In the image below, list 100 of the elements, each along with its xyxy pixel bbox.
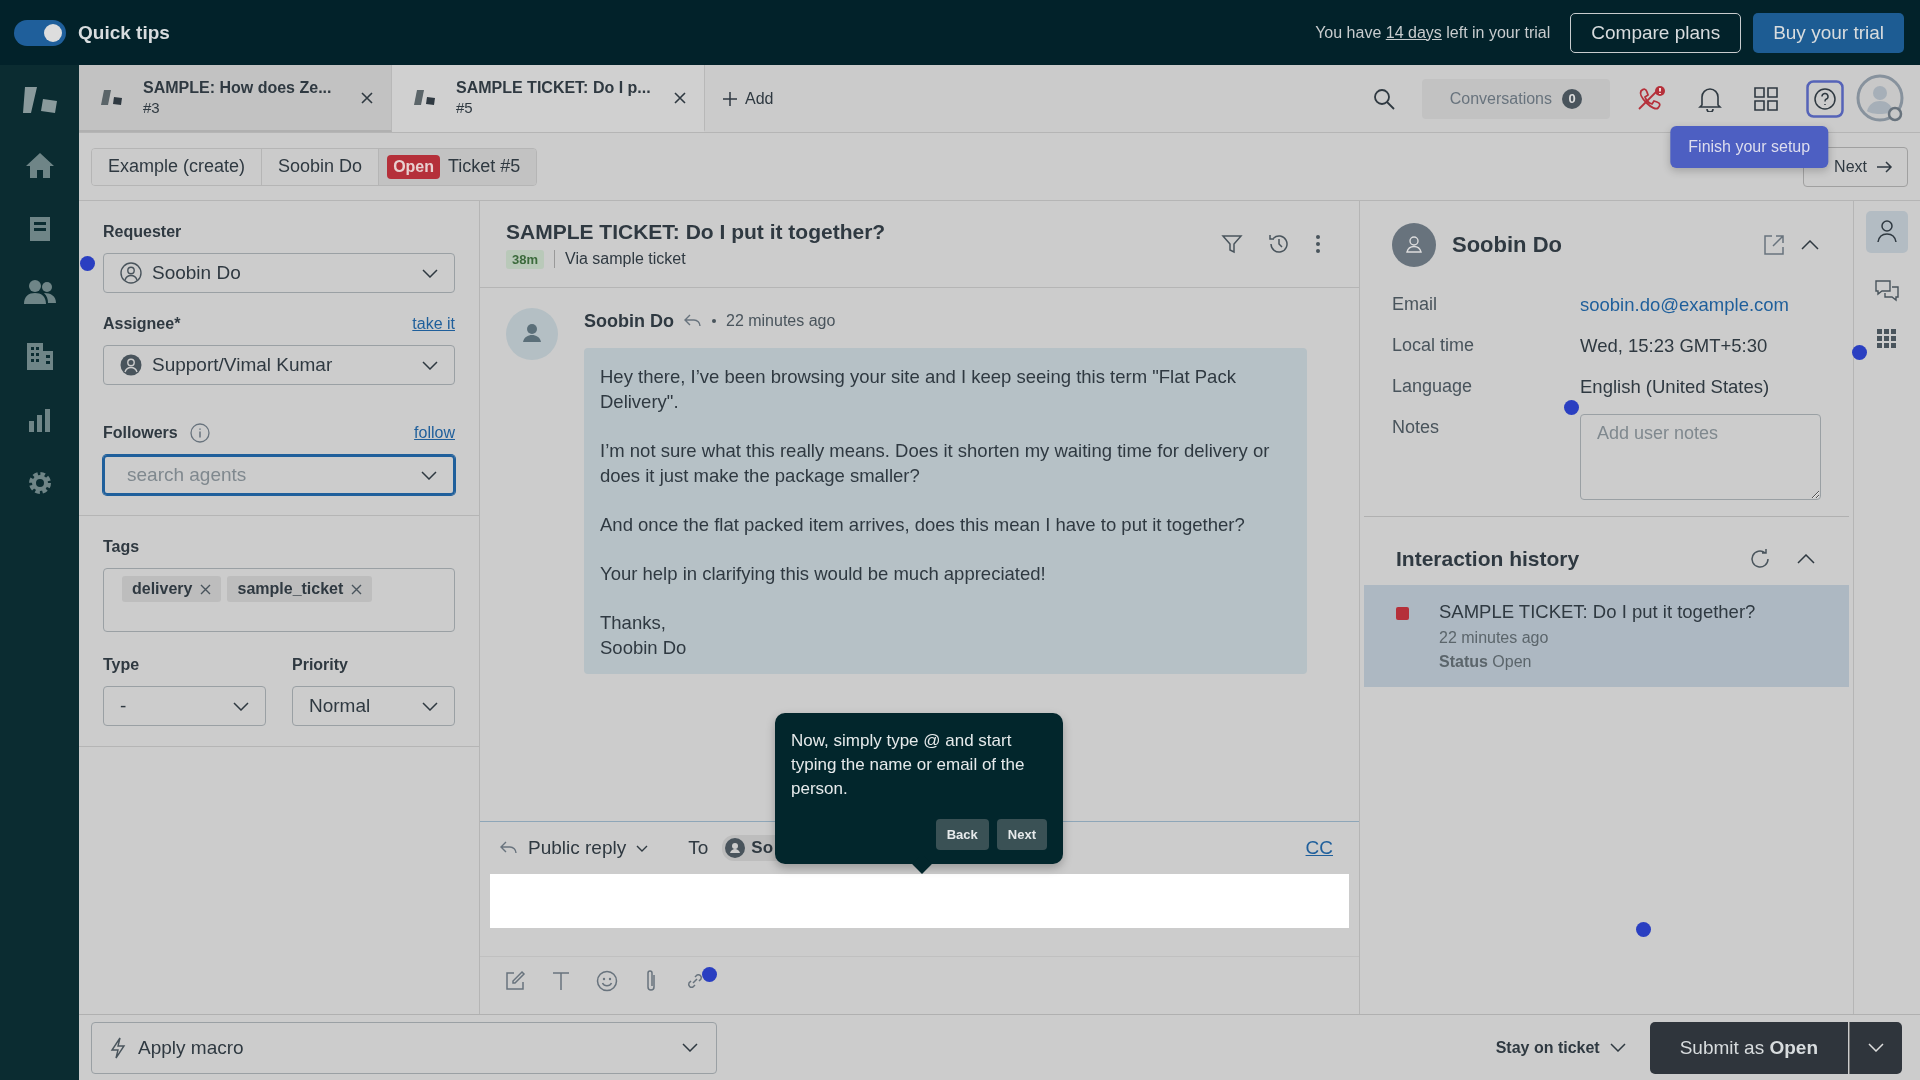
type-select[interactable]: -: [103, 686, 266, 726]
tag[interactable]: delivery: [122, 576, 222, 602]
building-icon[interactable]: [24, 341, 55, 371]
chevron-down-icon: [233, 701, 249, 711]
trial-notice: You have 14 days left in your trial: [1315, 23, 1551, 42]
next-button[interactable]: Next: [996, 819, 1047, 850]
message-author: Soobin Do: [584, 310, 674, 332]
user-avatar-icon[interactable]: [1856, 73, 1906, 124]
ticket-title: SAMPLE TICKET: Do I put it together?: [506, 219, 887, 244]
close-icon[interactable]: [361, 91, 373, 104]
requester-label: Requester: [103, 223, 183, 241]
bar-chart-icon[interactable]: [27, 407, 52, 433]
submit-button[interactable]: Submit as Open: [1649, 1021, 1848, 1074]
trial-days-link[interactable]: 14 days: [1385, 23, 1442, 41]
hotspot-dot[interactable]: [702, 967, 717, 982]
phone-alert-icon[interactable]: [1636, 84, 1666, 113]
assignee-select[interactable]: Support/Vimal Kumar: [103, 345, 455, 385]
take-it-link[interactable]: take it: [412, 315, 455, 333]
history-item[interactable]: SAMPLE TICKET: Do I put it together? 22 minutes ago Status Open: [1364, 585, 1849, 687]
history-icon[interactable]: [1267, 232, 1291, 256]
status-badge: Open: [387, 154, 440, 179]
users-icon[interactable]: [23, 279, 56, 305]
plus-icon: [723, 91, 737, 106]
remove-icon[interactable]: [351, 583, 363, 595]
chat-bubbles-icon[interactable]: [1874, 279, 1900, 303]
history-status: Status Open: [1439, 653, 1533, 671]
hotspot-dot[interactable]: [1564, 400, 1579, 415]
open-external-icon[interactable]: [1763, 234, 1785, 256]
logo-icon[interactable]: [22, 85, 57, 115]
ticket-age-badge: 38m: [506, 249, 545, 269]
message-paragraph: And once the flat packed item arrives, does this mean I have to put it together?: [600, 513, 1246, 537]
hotspot-dot[interactable]: [1636, 922, 1651, 937]
reply-arrow-icon: [684, 314, 702, 328]
emoji-icon[interactable]: [596, 970, 618, 992]
setup-tooltip: Finish your setup: [1670, 125, 1829, 168]
tour-text: Now, simply type @ and start typing the name or email of the person.: [791, 730, 1026, 800]
filter-icon[interactable]: [1221, 233, 1243, 255]
lightning-icon: [110, 1036, 126, 1059]
stay-on-ticket-dropdown[interactable]: Stay on ticket: [1489, 1037, 1632, 1058]
breadcrumb[interactable]: Open Ticket #5: [379, 148, 537, 185]
submit-options-button[interactable]: [1849, 1021, 1902, 1074]
hotspot-dot[interactable]: [80, 256, 95, 271]
more-icon[interactable]: [1315, 234, 1321, 254]
field-label: Local time: [1392, 334, 1476, 357]
message-paragraph: Your help in clarifying this would be much appreciated!: [600, 562, 1047, 586]
ticket-tab[interactable]: SAMPLE TICKET: Do I p... #5: [392, 65, 705, 132]
chevron-down-icon: [422, 360, 438, 370]
home-icon[interactable]: [24, 151, 55, 179]
apps-grid-icon[interactable]: [1754, 86, 1778, 111]
priority-select[interactable]: Normal: [292, 686, 455, 726]
refresh-icon[interactable]: [1749, 548, 1771, 570]
tag[interactable]: sample_ticket: [227, 576, 373, 602]
customer-context-icon[interactable]: [1866, 211, 1908, 253]
cc-link[interactable]: CC: [1305, 837, 1333, 859]
hotspot-dot[interactable]: [1852, 345, 1867, 360]
arrow-right-icon: [1877, 160, 1893, 173]
chevron-down-icon: [682, 1043, 698, 1052]
chevron-down-icon: [1868, 1043, 1884, 1052]
separator-dot: [712, 319, 716, 323]
bell-icon[interactable]: [1698, 85, 1722, 112]
message-paragraph: I’m not sure what this really means. Does it shorten my waiting time for delivery or does it just make the package smaller?: [600, 439, 1271, 488]
ticket-tab[interactable]: SAMPLE: How does Ze... #3: [79, 65, 392, 132]
conversations-count: 0: [1562, 88, 1582, 109]
conversations-button[interactable]: Conversations 0: [1421, 78, 1610, 119]
notes-field[interactable]: Add user notes: [1580, 414, 1821, 500]
remove-icon[interactable]: [200, 583, 212, 595]
compare-plans-button[interactable]: Compare plans: [1570, 12, 1742, 53]
info-icon[interactable]: [189, 423, 210, 443]
followers-label: Followers: [103, 424, 178, 442]
buy-trial-button[interactable]: Buy your trial: [1753, 12, 1904, 53]
follow-link[interactable]: follow: [414, 424, 455, 442]
chevron-down-icon: [1609, 1043, 1626, 1052]
field-label: Notes: [1392, 416, 1441, 439]
reply-mode-dropdown[interactable]: Public reply: [528, 837, 679, 859]
to-label: To: [688, 837, 709, 859]
email-link[interactable]: soobin.do@example.com: [1580, 291, 1821, 318]
apply-macro-dropdown[interactable]: Apply macro: [91, 1021, 717, 1074]
person-icon: [120, 354, 142, 376]
add-tab-button[interactable]: Add: [705, 65, 792, 132]
chevron-down-icon: [422, 268, 438, 278]
quick-tips-toggle[interactable]: [14, 19, 66, 46]
help-icon[interactable]: [1806, 79, 1844, 118]
breadcrumb[interactable]: Example (create): [92, 148, 263, 185]
apps-icon[interactable]: [1877, 329, 1897, 349]
priority-label: Priority: [292, 656, 349, 674]
field-value: Wed, 15:23 GMT+5:30: [1580, 334, 1769, 358]
search-icon[interactable]: [1371, 86, 1396, 111]
requester-select[interactable]: Soobin Do: [103, 253, 455, 293]
compose-icon[interactable]: [504, 970, 526, 992]
person-icon: [725, 838, 746, 858]
attachment-icon[interactable]: [644, 969, 658, 993]
close-icon[interactable]: [674, 91, 686, 104]
message-time: 22 minutes ago: [726, 312, 836, 330]
tab-number: #3: [143, 99, 161, 116]
followers-search-field[interactable]: search agents: [103, 455, 455, 495]
ticket-icon: [414, 88, 436, 107]
chevron-up-icon[interactable]: [1801, 240, 1819, 250]
chevron-up-icon[interactable]: [1797, 554, 1815, 564]
tags-field[interactable]: delivery sample_ticket: [103, 568, 455, 632]
back-button[interactable]: Back: [935, 819, 989, 850]
